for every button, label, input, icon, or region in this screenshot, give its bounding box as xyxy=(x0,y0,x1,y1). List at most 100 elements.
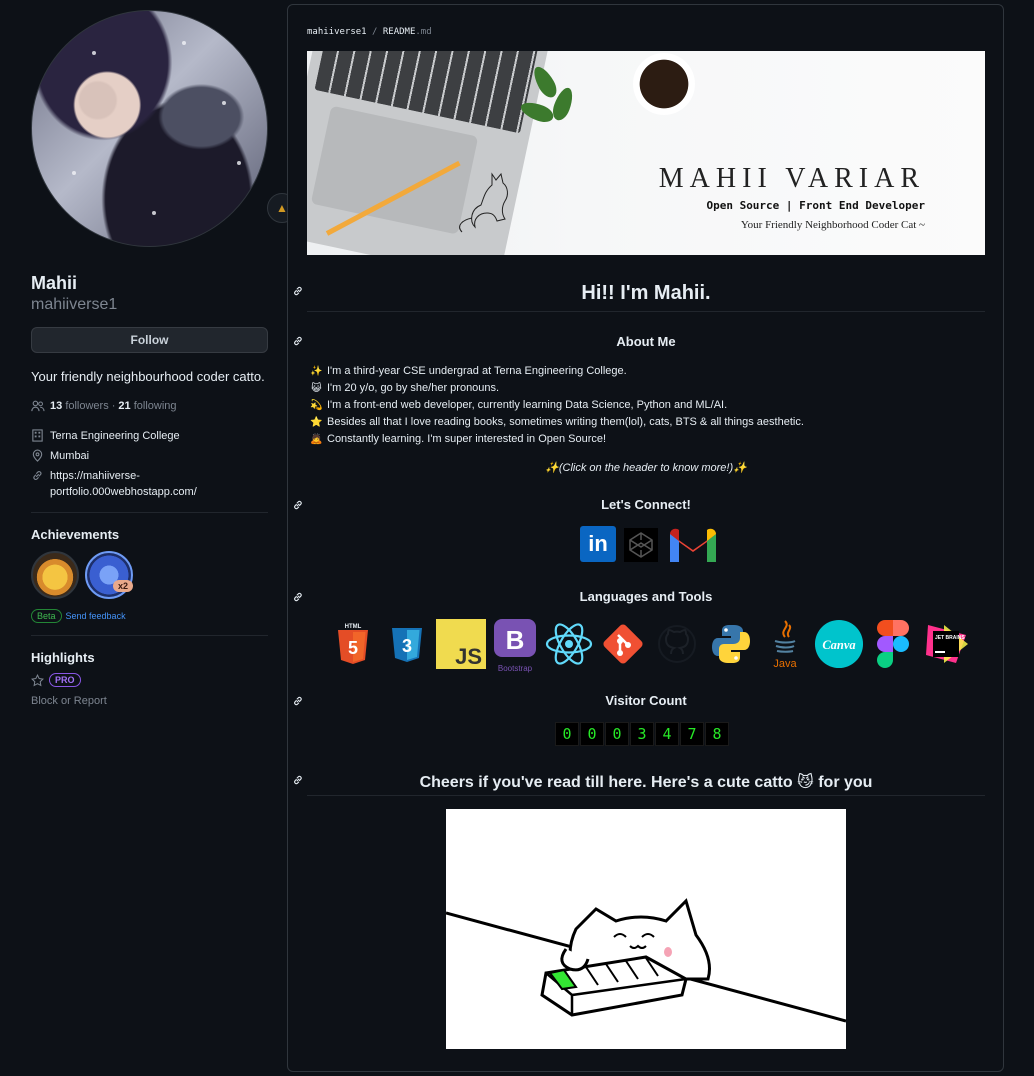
profile-bio: Your friendly neighbourhood coder catto. xyxy=(31,369,265,384)
about-heading: About Me xyxy=(616,334,676,349)
crumb-file: README xyxy=(382,27,416,37)
people-icon xyxy=(31,400,45,412)
about-list: ✨ I'm a third-year CSE undergrad at Terna… xyxy=(310,363,804,448)
sidebar-divider xyxy=(31,512,268,513)
bootstrap-label: Bootstrap xyxy=(497,664,533,673)
detail-location: Mumbai xyxy=(31,448,268,464)
svg-text:Canva: Canva xyxy=(822,638,855,652)
detail-website[interactable]: https://mahiiverse-portfolio.000webhosta… xyxy=(31,468,268,500)
greeting-heading: Hi!! I'm Mahii. xyxy=(581,282,711,304)
banner-tagline: Your Friendly Neighborhood Coder Cat ~ xyxy=(740,219,925,231)
gmail-icon[interactable] xyxy=(666,526,720,564)
send-feedback-link[interactable]: Send feedback xyxy=(66,611,126,621)
coffee-cup-illustration xyxy=(633,53,695,115)
heading-anchor-link-icon[interactable] xyxy=(292,591,304,603)
counter-digit: 7 xyxy=(680,722,704,746)
organization-icon xyxy=(32,429,43,442)
achievement-multiplier: x2 xyxy=(113,580,134,592)
connect-links: in xyxy=(580,526,720,564)
banner-title: MAHII VARIAR xyxy=(658,163,925,194)
counter-digit: 4 xyxy=(655,722,679,746)
heading-rule xyxy=(307,311,985,312)
css3-icon[interactable]: 3 xyxy=(382,617,432,671)
readme-banner[interactable]: MAHII VARIAR Open Source | Front End Dev… xyxy=(307,51,985,255)
html5-icon[interactable]: HTML 5 xyxy=(328,617,378,671)
crumb-user-link[interactable]: mahiiverse1 xyxy=(307,27,367,37)
counter-digit: 3 xyxy=(630,722,654,746)
readme-breadcrumb: mahiiverse1 / README.md xyxy=(307,27,432,37)
location-icon xyxy=(32,449,43,462)
cheers-heading: Cheers if you've read till here. Here's … xyxy=(419,774,873,791)
svg-text:HTML: HTML xyxy=(345,624,362,630)
visitor-counter: 0 0 0 3 4 7 8 xyxy=(555,722,729,746)
cat-sketch-icon xyxy=(459,172,508,233)
achievements-list: x2 xyxy=(31,551,268,599)
follow-stats: 13 followers · 21 following xyxy=(31,400,268,412)
list-item: 🙇 Constantly learning. I'm super interest… xyxy=(310,433,607,445)
java-icon[interactable]: Java xyxy=(760,617,810,671)
heading-anchor-link-icon[interactable] xyxy=(292,774,304,786)
profile-name: Mahii xyxy=(31,273,78,293)
pro-badge: PRO xyxy=(49,673,81,687)
github-icon[interactable] xyxy=(652,617,702,671)
click-header-note: ✨(Click on the header to know more!)✨ xyxy=(545,462,747,474)
achievement-badge-shark[interactable]: x2 xyxy=(85,551,134,599)
profile-sidebar: ▲ Mahii mahiiverse1 Follow Your friendly… xyxy=(31,10,297,707)
python-icon[interactable] xyxy=(706,617,756,671)
javascript-icon[interactable]: JS xyxy=(436,617,486,671)
tools-list: HTML 5 3 JS B Bootstrap Java Canva JET B… xyxy=(328,617,972,673)
block-report-link[interactable]: Block or Report xyxy=(31,695,268,707)
list-item: ✨ I'm a third-year CSE undergrad at Terna… xyxy=(310,365,627,377)
svg-text:JS: JS xyxy=(455,644,482,669)
website-link[interactable]: https://mahiiverse-portfolio.000webhosta… xyxy=(50,468,197,500)
followers-link[interactable]: 13 followers xyxy=(50,400,109,412)
svg-text:JET BRAINS: JET BRAINS xyxy=(935,635,965,641)
highlights-title: Highlights xyxy=(31,650,95,665)
profile-avatar[interactable] xyxy=(31,10,268,247)
list-item: ⭐ Besides all that I love reading books, … xyxy=(310,416,804,428)
readme-panel: mahiiverse1 / README.md MAHII VARIAR Ope… xyxy=(287,4,1004,1072)
bootstrap-icon[interactable]: B Bootstrap xyxy=(490,617,540,673)
heading-anchor-link-icon[interactable] xyxy=(292,285,304,297)
counter-digit: 0 xyxy=(605,722,629,746)
counter-digit: 0 xyxy=(580,722,604,746)
tools-heading: Languages and Tools xyxy=(579,589,713,604)
banner-subtitle: Open Source | Front End Developer xyxy=(706,199,925,212)
svg-text:3: 3 xyxy=(402,636,412,656)
bongo-cat-image xyxy=(446,809,846,1049)
detail-organization: Terna Engineering College xyxy=(31,428,268,444)
heading-anchor-link-icon[interactable] xyxy=(292,695,304,707)
star-icon xyxy=(31,673,44,686)
codepen-icon[interactable] xyxy=(622,526,660,564)
heading-anchor-link-icon[interactable] xyxy=(292,499,304,511)
react-icon[interactable] xyxy=(544,617,594,671)
achievements-title: Achievements xyxy=(31,527,120,542)
figma-icon[interactable] xyxy=(868,617,918,671)
profile-details: Terna Engineering College Mumbai https:/… xyxy=(31,428,268,500)
profile-login: mahiiverse1 xyxy=(31,296,118,313)
canva-icon[interactable]: Canva xyxy=(814,617,864,671)
svg-text:Java: Java xyxy=(773,658,797,670)
linkedin-icon[interactable]: in xyxy=(580,526,616,562)
achievement-badge-cowboy[interactable] xyxy=(31,551,79,599)
counter-digit: 8 xyxy=(705,722,729,746)
list-item: 💫 I'm a front-end web developer, currentl… xyxy=(310,399,728,411)
svg-text:B: B xyxy=(506,625,525,655)
sidebar-divider xyxy=(31,635,268,636)
heading-rule xyxy=(307,795,985,796)
stats-separator: · xyxy=(111,400,116,412)
git-icon[interactable] xyxy=(598,617,648,671)
following-link[interactable]: 21 following xyxy=(118,400,176,412)
follow-button[interactable]: Follow xyxy=(31,327,268,353)
counter-digit: 0 xyxy=(555,722,579,746)
visitor-heading: Visitor Count xyxy=(605,693,687,708)
heading-anchor-link-icon[interactable] xyxy=(292,335,304,347)
beta-feedback-row: Beta Send feedback xyxy=(31,609,268,623)
highlight-pro: PRO xyxy=(31,673,268,687)
svg-text:5: 5 xyxy=(348,638,358,658)
jetbrains-icon[interactable]: JET BRAINS xyxy=(922,617,972,671)
beta-label: Beta xyxy=(31,609,62,623)
connect-heading: Let's Connect! xyxy=(601,497,691,512)
link-icon xyxy=(33,471,42,480)
list-item: 😺 I'm 20 y/o, go by she/her pronouns. xyxy=(311,382,500,394)
